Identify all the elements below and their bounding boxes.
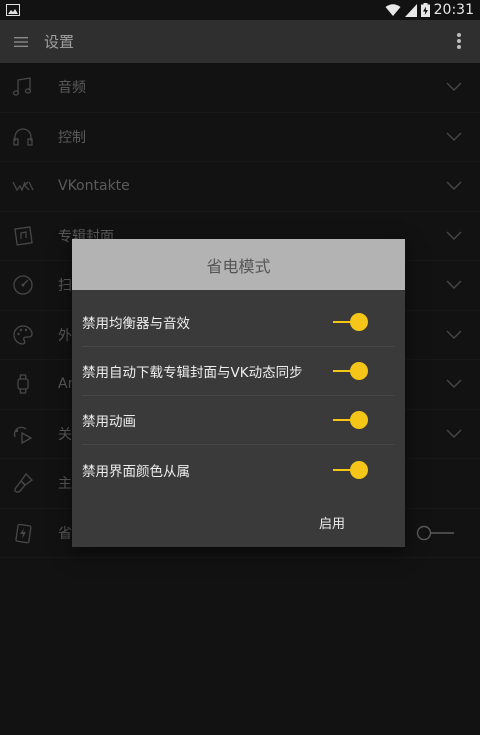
status-time: 20:31 bbox=[433, 2, 474, 18]
battery-charging-icon bbox=[420, 3, 430, 17]
auto-download-toggle[interactable] bbox=[333, 361, 369, 381]
equalizer-toggle[interactable] bbox=[333, 312, 369, 332]
page-title: 设置 bbox=[44, 33, 75, 51]
dialog-option-label: 禁用自动下载专辑封面与VK动态同步 bbox=[82, 365, 303, 381]
status-bar: 20:31 bbox=[0, 0, 480, 20]
enable-button[interactable]: 启用 bbox=[315, 511, 349, 534]
dialog-option-auto-download[interactable]: 禁用自动下载专辑封面与VK动态同步 bbox=[82, 347, 395, 396]
menu-icon[interactable] bbox=[14, 36, 28, 48]
dialog-option-label: 禁用界面颜色从属 bbox=[82, 463, 190, 480]
animations-toggle[interactable] bbox=[333, 410, 369, 430]
overflow-icon[interactable] bbox=[456, 32, 462, 50]
dialog-header: 省电模式 bbox=[72, 239, 405, 290]
dialog-option-label: 禁用均衡器与音效 bbox=[82, 316, 190, 332]
power-saving-dialog: 省电模式 禁用均衡器与音效 禁用自动下载专辑封面与VK动态同步 禁用动画 禁用界… bbox=[72, 239, 405, 547]
ui-color-toggle[interactable] bbox=[333, 460, 369, 480]
dialog-title: 省电模式 bbox=[206, 256, 271, 276]
dialog-option-ui-color[interactable]: 禁用界面颜色从属 bbox=[82, 445, 395, 494]
image-icon bbox=[6, 4, 20, 16]
status-right: 20:31 bbox=[385, 2, 474, 18]
wifi-icon bbox=[385, 3, 401, 16]
dialog-option-label: 禁用动画 bbox=[82, 414, 136, 430]
dialog-option-equalizer[interactable]: 禁用均衡器与音效 bbox=[82, 298, 395, 347]
dialog-option-animations[interactable]: 禁用动画 bbox=[82, 396, 395, 445]
app-bar: 设置 bbox=[0, 20, 480, 63]
status-left bbox=[6, 4, 20, 16]
signal-icon bbox=[404, 3, 417, 17]
dialog-body: 禁用均衡器与音效 禁用自动下载专辑封面与VK动态同步 禁用动画 禁用界面颜色从属 bbox=[72, 290, 405, 494]
dialog-actions: 启用 bbox=[72, 497, 405, 547]
